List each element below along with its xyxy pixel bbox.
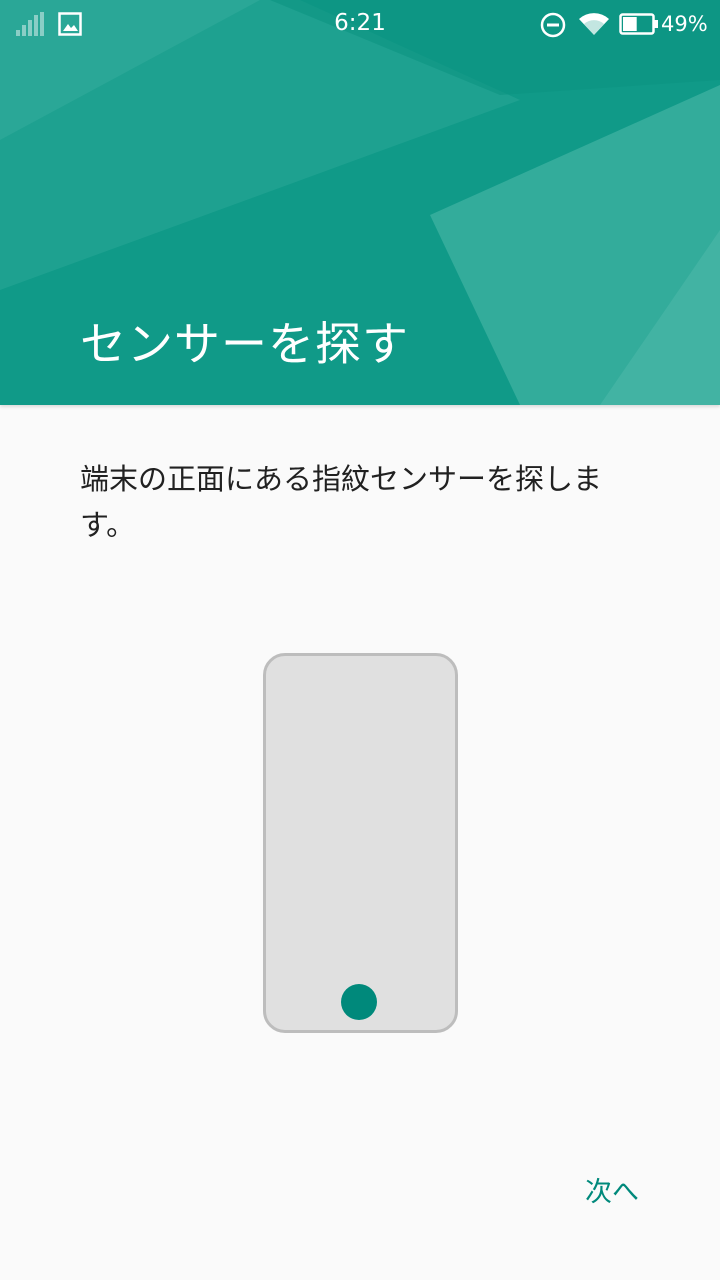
phone-illustration <box>263 653 458 1033</box>
status-bar: 6:21 49% <box>0 0 720 50</box>
wifi-icon <box>578 11 610 41</box>
do-not-disturb-icon <box>540 12 566 42</box>
header: 6:21 49% センサーを探す <box>0 0 720 405</box>
battery-icon <box>619 13 659 39</box>
fingerprint-sensor-icon <box>341 984 377 1020</box>
instruction-text: 端末の正面にある指紋センサーを探します。 <box>80 462 603 542</box>
page-title: センサーを探す <box>80 317 409 371</box>
next-button[interactable]: 次へ <box>566 1168 658 1218</box>
battery-percentage: 49% <box>661 12 708 36</box>
clock: 6:21 <box>334 10 386 36</box>
